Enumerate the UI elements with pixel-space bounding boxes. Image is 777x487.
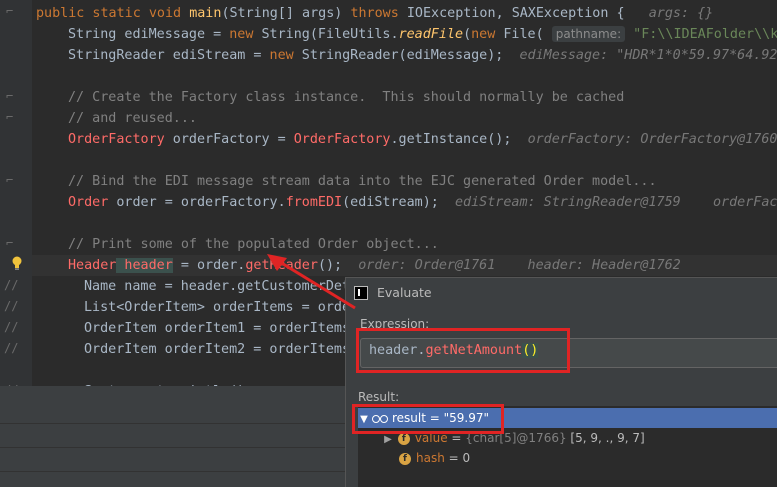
- line-comment-marker: //: [4, 278, 19, 292]
- panel-row[interactable]: [0, 424, 345, 448]
- code-text: StringReader(ediMessage);: [301, 48, 504, 63]
- inline-debug-value: order: Order@1761 header: Header@1762: [358, 258, 681, 273]
- code-comment[interactable]: // Bind the EDI message stream data into…: [68, 171, 657, 192]
- code-line[interactable]: OrderFactory orderFactory = OrderFactory…: [68, 129, 777, 150]
- annotation-arrow-icon: [267, 254, 356, 310]
- type-name: OrderFactory: [293, 132, 391, 147]
- code-text: String ediMessage =: [68, 27, 230, 42]
- code-comment[interactable]: // Create the Factory class instance. Th…: [68, 87, 624, 108]
- code-line[interactable]: Order order = orderFactory.fromEDI(ediSt…: [68, 192, 777, 213]
- panel-row[interactable]: [0, 400, 345, 424]
- exception-type: IOException: [406, 6, 496, 21]
- code-line[interactable]: OrderItem orderItem1 = orderItems: [84, 318, 350, 339]
- inline-debug-value: orderFactory: OrderFactory@1760: [527, 132, 777, 147]
- code-text: (ediStream);: [342, 195, 439, 210]
- parameter-hint: pathname:: [551, 26, 626, 42]
- fold-marker[interactable]: ⌐: [6, 236, 13, 250]
- code-line[interactable]: OrderItem orderItem2 = orderItems: [84, 339, 350, 360]
- type-name: OrderFactory: [68, 132, 165, 147]
- punctuation: ,: [495, 6, 512, 21]
- method-name: main: [189, 6, 222, 21]
- keyword: new: [269, 48, 302, 63]
- code-text: StringReader ediStream =: [68, 48, 270, 63]
- field-value: = 0: [444, 451, 471, 465]
- field-icon: f: [397, 432, 410, 445]
- code-text: order = orderFactory.: [108, 195, 286, 210]
- inline-debug-value: args: {}: [648, 6, 714, 21]
- code-line-main-signature[interactable]: public static void main(String[] args) t…: [36, 3, 713, 24]
- code-text: File(: [503, 27, 544, 42]
- code-line[interactable]: String ediMessage = new String(FileUtils…: [68, 24, 777, 45]
- code-line[interactable]: StringReader ediStream = new StringReade…: [68, 45, 777, 66]
- variable-name: header: [116, 258, 173, 273]
- string-literal: "F:\\IDEAFolder\\kin: [633, 27, 777, 42]
- evaluate-dialog: Evaluate Expression: header.getNetAmount…: [345, 277, 777, 487]
- keyword: public static void: [36, 6, 190, 21]
- inline-debug-value: ediStream: StringReader@1759 orderFact: [455, 195, 777, 210]
- punctuation: {: [608, 6, 625, 21]
- fold-marker[interactable]: ⌐: [6, 173, 13, 187]
- fold-marker[interactable]: ⌐: [6, 89, 13, 103]
- result-child-hash[interactable]: f hash = 0: [358, 448, 777, 468]
- type-name: Header: [68, 258, 117, 273]
- code-text: String(FileUtils.: [261, 27, 399, 42]
- field-icon: f: [399, 452, 411, 465]
- fold-marker[interactable]: ⌐: [6, 4, 13, 18]
- dialog-title: Evaluate: [377, 285, 432, 300]
- keyword: new: [471, 27, 504, 42]
- line-comment-marker: //: [4, 341, 19, 355]
- method-call: readFile: [398, 27, 464, 42]
- highlight-box-expression: [356, 328, 570, 373]
- field-value: [5, 9, ., 9, 7]: [570, 431, 645, 445]
- code-text: orderFactory =: [164, 132, 294, 147]
- keyword: throws: [350, 6, 407, 21]
- type-name: Order: [68, 195, 109, 210]
- inline-debug-value: ediMessage: "HDR*1*0*59.97*64.92: [519, 48, 777, 63]
- fold-marker[interactable]: ⌐: [6, 110, 13, 124]
- debug-panel: [0, 400, 345, 487]
- result-label: Result:: [358, 390, 400, 404]
- code-comment[interactable]: // Print some of the populated Order obj…: [68, 234, 439, 255]
- method-call: fromEDI: [285, 195, 343, 210]
- punctuation: (: [463, 27, 472, 42]
- exception-type: SAXException: [511, 6, 609, 21]
- code-text: .getInstance();: [390, 132, 512, 147]
- code-line-current[interactable]: Header header = order.getHeader(); order…: [68, 255, 681, 276]
- line-comment-marker: //: [4, 320, 19, 334]
- panel-row[interactable]: [0, 448, 345, 472]
- dialog-titlebar[interactable]: Evaluate: [346, 278, 777, 307]
- code-text: = order.: [172, 258, 246, 273]
- line-comment-marker: //: [4, 299, 19, 313]
- lightbulb-icon[interactable]: [11, 256, 23, 270]
- keyword: new: [229, 27, 262, 42]
- editor-gutter: [0, 0, 32, 400]
- code-comment[interactable]: // and reused...: [68, 108, 197, 129]
- params: (String[] args): [221, 6, 351, 21]
- field-name: hash: [416, 451, 445, 465]
- highlight-box-result: [352, 404, 504, 434]
